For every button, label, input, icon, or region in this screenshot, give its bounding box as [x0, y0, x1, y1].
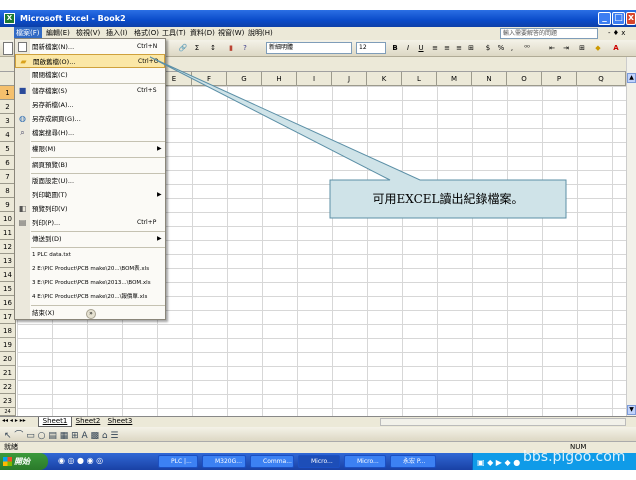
excel-window: X Microsoft Excel - Book2 _ □ x 檔案(F) 編輯… [0, 0, 636, 480]
callout-annotation [149, 56, 567, 219]
callout-text: 可用EXCEL讀出紀錄檔案。 [372, 192, 524, 206]
